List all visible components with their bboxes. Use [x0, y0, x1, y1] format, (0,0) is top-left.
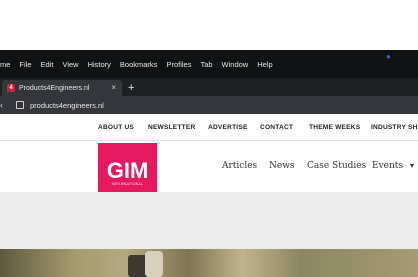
menu-file[interactable]: File [19, 60, 31, 69]
tab-close-icon[interactable]: × [111, 83, 116, 92]
menu-window[interactable]: Window [222, 60, 249, 69]
main-navigation: GIM INTERNATIONAL Articles News Case Stu… [0, 141, 418, 202]
menu-app-name[interactable]: me [0, 60, 10, 69]
menu-help[interactable]: Help [257, 60, 272, 69]
address-bar: ‹ products4engineers.nl [0, 96, 418, 114]
hero-background-band [0, 192, 418, 249]
new-tab-button[interactable]: + [128, 80, 134, 96]
utility-navigation: ABOUT US NEWSLETTER ADVERTISE CONTACT TH… [0, 114, 418, 141]
nav-case-studies[interactable]: Case Studies [307, 161, 366, 171]
status-indicator-icon: ● [386, 52, 391, 61]
menu-edit[interactable]: Edit [41, 60, 54, 69]
nav-contact[interactable]: CONTACT [260, 124, 293, 131]
image-detail-light [145, 251, 163, 277]
hero-image [0, 249, 418, 277]
chevron-down-icon[interactable]: ▾ [410, 161, 414, 170]
browser-tab-strip: 4 Products4Engineers.nl × + [0, 78, 418, 96]
nav-events[interactable]: Events [372, 161, 403, 171]
site-favicon-icon: 4 [7, 84, 15, 92]
menu-profiles[interactable]: Profiles [166, 60, 191, 69]
nav-about-us[interactable]: ABOUT US [98, 124, 134, 131]
menu-view[interactable]: View [62, 60, 78, 69]
system-menu-bar: me File Edit View History Bookmarks Prof… [0, 50, 418, 78]
back-arrow-icon[interactable]: ‹ [0, 100, 10, 110]
nav-theme-weeks[interactable]: THEME WEEKS [309, 124, 360, 131]
screen-top-area [0, 0, 418, 50]
tab-title: Products4Engineers.nl [19, 84, 90, 92]
menu-tab[interactable]: Tab [200, 60, 212, 69]
nav-articles[interactable]: Articles [222, 161, 257, 171]
browser-tab-products4engineers[interactable]: 4 Products4Engineers.nl × [2, 80, 122, 96]
menu-history[interactable]: History [88, 60, 111, 69]
nav-advertise[interactable]: ADVERTISE [208, 124, 248, 131]
menu-bookmarks[interactable]: Bookmarks [120, 60, 158, 69]
nav-industry-shows[interactable]: INDUSTRY SH [371, 124, 418, 131]
nav-news[interactable]: News [269, 161, 295, 171]
nav-newsletter[interactable]: NEWSLETTER [148, 124, 195, 131]
logo-tagline: INTERNATIONAL [111, 181, 144, 186]
logo-text: GIM [106, 157, 149, 183]
url-field[interactable]: products4engineers.nl [30, 101, 104, 110]
lock-icon[interactable] [16, 101, 24, 109]
